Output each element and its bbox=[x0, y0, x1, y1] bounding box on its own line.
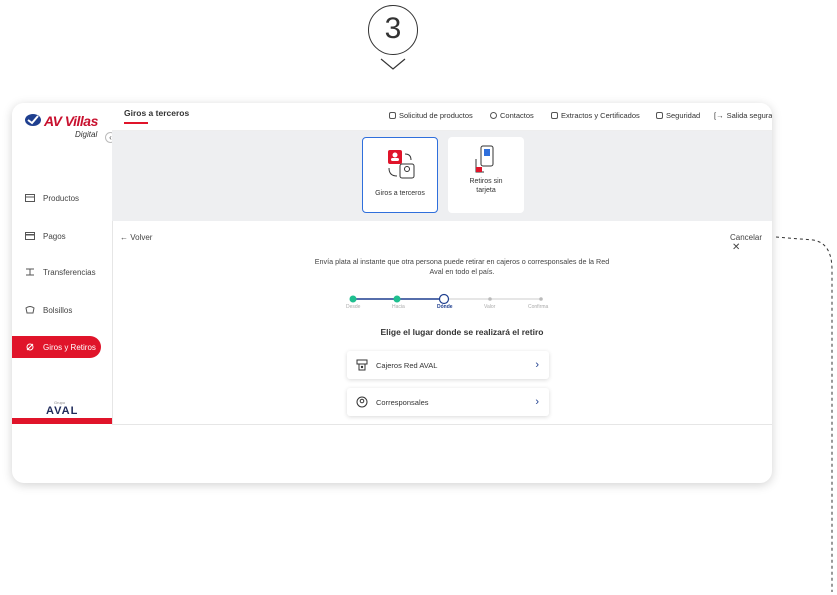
service-selector-band: Giros a terceros Retiros sin tarjeta bbox=[112, 131, 772, 221]
card-giros-a-terceros[interactable]: Giros a terceros bbox=[362, 137, 438, 213]
back-label: Volver bbox=[130, 233, 153, 242]
sidebar-item-label: Pagos bbox=[43, 231, 66, 241]
content-divider bbox=[112, 424, 772, 425]
step-dot-done bbox=[393, 295, 401, 303]
header-link-extractos[interactable]: Extractos y Certificados bbox=[551, 111, 640, 120]
header-link-solicitud[interactable]: Solicitud de productos bbox=[389, 111, 473, 120]
document-icon bbox=[551, 112, 558, 119]
option-label: Cajeros Red AVAL bbox=[376, 360, 438, 370]
title-underline bbox=[124, 122, 148, 124]
header-link-salida[interactable]: [→ Salida segura bbox=[714, 111, 772, 120]
header-link-label: Seguridad bbox=[666, 111, 701, 120]
wallet-icon bbox=[25, 194, 35, 202]
step-label: Valor bbox=[484, 304, 496, 310]
option-cajeros-red-aval[interactable]: Cajeros Red AVAL › bbox=[347, 351, 549, 379]
location-pin-icon bbox=[356, 396, 368, 408]
giros-icon bbox=[26, 343, 34, 351]
section-question: Elige el lugar donde se realizará el ret… bbox=[380, 327, 544, 337]
step-dot-pending bbox=[488, 297, 492, 301]
step-label-current: Dónde bbox=[437, 304, 453, 310]
sidebar-item-label: Transferencias bbox=[43, 267, 96, 277]
lock-icon bbox=[656, 112, 663, 119]
card-label: Giros a terceros bbox=[375, 190, 425, 197]
step-label: Hacia bbox=[392, 304, 405, 310]
sidebar-item-productos[interactable]: Productos bbox=[12, 187, 112, 209]
step-dot-current bbox=[438, 293, 450, 305]
page-title: Giros a terceros bbox=[124, 108, 190, 118]
transfer-icon bbox=[26, 268, 34, 276]
atm-icon bbox=[356, 359, 368, 371]
card-label: Retiros sin tarjeta bbox=[469, 178, 503, 194]
sidebar-item-transferencias[interactable]: Transferencias bbox=[12, 261, 112, 283]
giros-terceros-icon bbox=[388, 150, 415, 179]
header-link-label: Contactos bbox=[500, 111, 534, 120]
back-button[interactable]: ← Volver bbox=[120, 233, 152, 242]
pocket-icon bbox=[25, 306, 35, 314]
sidebar-item-bolsillos[interactable]: Bolsillos bbox=[12, 299, 112, 321]
chevron-right-icon: › bbox=[535, 359, 539, 371]
user-icon bbox=[490, 112, 497, 119]
logout-icon: [→ bbox=[714, 111, 724, 120]
option-label: Corresponsales bbox=[376, 397, 429, 407]
close-icon: ✕ bbox=[732, 242, 741, 253]
sidebar-item-label: Giros y Retiros bbox=[43, 342, 96, 352]
step-label: Confirma bbox=[528, 304, 549, 310]
card-retiros-sin-tarjeta[interactable]: Retiros sin tarjeta bbox=[448, 137, 524, 213]
intro-text: Envía plata al instante que otra persona… bbox=[314, 257, 610, 276]
card-icon bbox=[25, 232, 35, 240]
header-link-seguridad[interactable]: Seguridad bbox=[656, 111, 700, 120]
sidebar-item-label: Productos bbox=[43, 193, 80, 203]
cancel-button[interactable]: Cancelar ✕ bbox=[730, 233, 772, 253]
header-link-label: Solicitud de productos bbox=[399, 111, 473, 120]
sidebar: AV Villas Digital ‹ Productos Pagos Tran… bbox=[12, 103, 116, 424]
sidebar-item-label: Bolsillos bbox=[43, 305, 73, 315]
cancel-label: Cancelar bbox=[730, 233, 763, 242]
brand-name: AV Villas bbox=[44, 113, 98, 129]
top-header: Giros a terceros Solicitud de productos … bbox=[112, 103, 772, 131]
chevron-down-icon bbox=[380, 58, 406, 70]
brand-subtitle: Digital bbox=[75, 130, 98, 139]
option-corresponsales[interactable]: Corresponsales › bbox=[347, 388, 549, 416]
sidebar-item-giros-y-retiros[interactable]: Giros y Retiros bbox=[12, 336, 101, 358]
arrow-left-icon: ← bbox=[120, 233, 128, 242]
step-dot-pending bbox=[539, 297, 543, 301]
aval-logo: AVAL bbox=[46, 405, 79, 417]
step-number-marker: 3 bbox=[368, 5, 418, 55]
header-link-contactos[interactable]: Contactos bbox=[490, 111, 534, 120]
bag-icon bbox=[389, 112, 396, 119]
header-link-label: Salida segura bbox=[726, 111, 772, 120]
step-dot-done bbox=[349, 295, 357, 303]
sidebar-item-pagos[interactable]: Pagos bbox=[12, 225, 112, 247]
header-link-label: Extractos y Certificados bbox=[561, 111, 640, 120]
sidebar-red-bar bbox=[12, 418, 112, 424]
step-label: Desde bbox=[346, 304, 361, 310]
phone-withdrawal-icon bbox=[475, 145, 494, 173]
brand-logo-icon bbox=[25, 114, 41, 126]
app-window: AV Villas Digital ‹ Productos Pagos Tran… bbox=[12, 103, 772, 483]
chevron-right-icon: › bbox=[535, 396, 539, 408]
